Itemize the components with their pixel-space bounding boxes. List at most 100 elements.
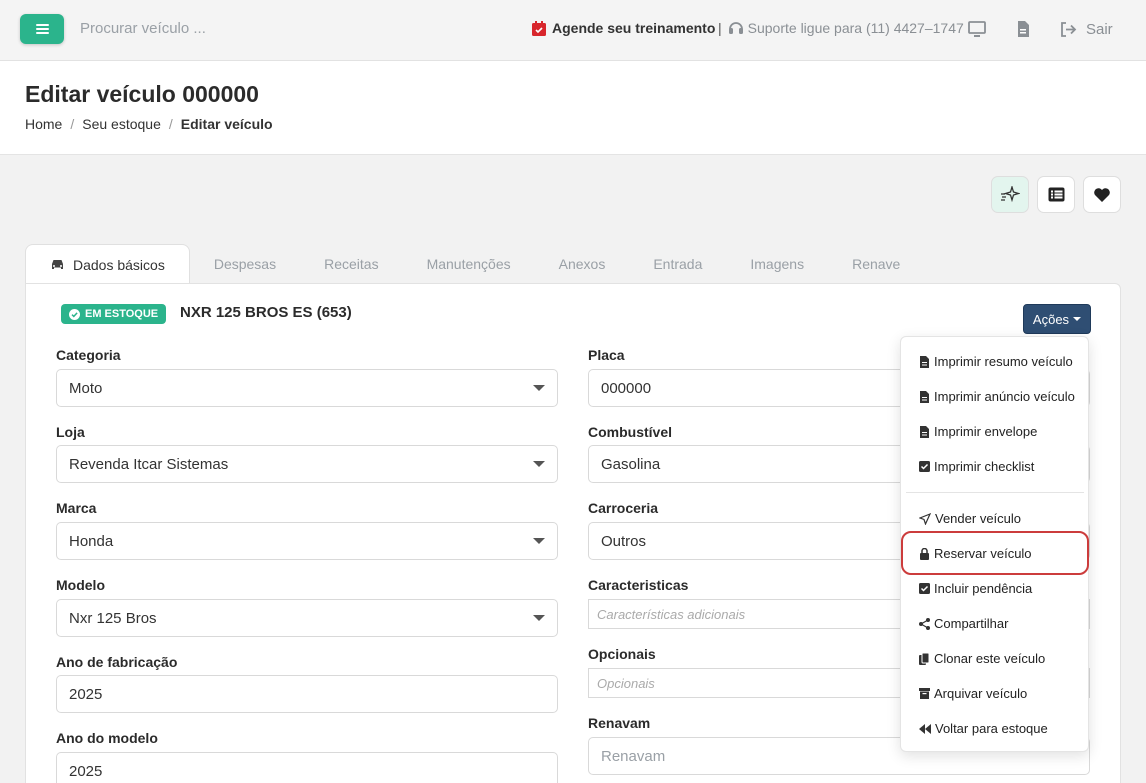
- body-type-label: Carroceria: [588, 500, 659, 516]
- category-label: Categoria: [56, 347, 121, 363]
- separator: |: [718, 20, 722, 36]
- tab-basic-data[interactable]: Dados básicos: [25, 244, 190, 284]
- calendar-icon: [532, 20, 546, 36]
- menu-item-back-to-stock[interactable]: Voltar para estoque: [919, 721, 1048, 736]
- plate-value: 000000: [601, 379, 652, 397]
- tab-entry[interactable]: Entrada: [629, 244, 726, 284]
- fuel-value: Gasolina: [601, 455, 661, 473]
- menu-item-sell-vehicle[interactable]: Vender veículo: [919, 511, 1021, 526]
- manufacture-year-input[interactable]: 2025: [56, 675, 558, 713]
- plate-label: Placa: [588, 347, 625, 363]
- optionals-label: Opcionais: [588, 646, 656, 662]
- actions-button[interactable]: Ações: [1023, 304, 1091, 334]
- list-button[interactable]: [1037, 176, 1075, 213]
- menu-item-label: Compartilhar: [934, 616, 1009, 631]
- menu-item-label: Voltar para estoque: [935, 721, 1048, 736]
- body-type-value: Outros: [601, 532, 647, 550]
- model-year-label: Ano do modelo: [56, 730, 158, 746]
- document-icon[interactable]: [1014, 20, 1032, 38]
- caret-down-icon: [533, 538, 545, 544]
- menu-item-add-pending[interactable]: Incluir pendência: [919, 581, 1032, 596]
- training-link[interactable]: Agende seu treinamento: [532, 20, 715, 36]
- breadcrumb-separator: /: [70, 116, 75, 132]
- category-value: Moto: [69, 379, 103, 397]
- breadcrumb-stock[interactable]: Seu estoque: [82, 116, 161, 132]
- paper-plane-icon: [919, 512, 931, 525]
- menu-item-label: Imprimir checklist: [934, 459, 1035, 474]
- menu-item-print-envelope[interactable]: Imprimir envelope: [919, 424, 1037, 439]
- menu-item-label: Imprimir anúncio veículo: [934, 389, 1075, 404]
- breadcrumb-current: Editar veículo: [180, 116, 273, 132]
- check-square-icon: [919, 461, 930, 472]
- tab-attachments[interactable]: Anexos: [535, 244, 630, 284]
- tab-images[interactable]: Imagens: [726, 244, 828, 284]
- status-badge-label: EM ESTOQUE: [85, 308, 159, 320]
- caret-down-icon: [533, 385, 545, 391]
- actions-label: Ações: [1032, 311, 1070, 327]
- tab-label: Dados básicos: [73, 256, 165, 273]
- file-icon: [920, 390, 929, 403]
- list-icon: [1048, 187, 1064, 202]
- status-badge: EM ESTOQUE: [61, 304, 167, 324]
- vehicle-name: NXR 125 BROS ES (653): [180, 304, 352, 321]
- training-label: Agende seu treinamento: [552, 20, 716, 36]
- car-icon: [52, 259, 63, 269]
- category-select[interactable]: Moto: [56, 369, 558, 407]
- tab-revenues[interactable]: Receitas: [300, 244, 402, 284]
- ai-sparkle-button[interactable]: [991, 176, 1029, 213]
- search-input[interactable]: Procurar veículo ...: [80, 20, 206, 37]
- menu-item-share[interactable]: Compartilhar: [919, 616, 1008, 631]
- fuel-label: Combustível: [588, 424, 673, 440]
- menu-item-label: Arquivar veículo: [934, 686, 1028, 701]
- menu-item-print-ad[interactable]: Imprimir anúncio veículo: [919, 389, 1075, 404]
- page-title: Editar veículo 000000: [25, 81, 259, 107]
- tab-renave[interactable]: Renave: [828, 244, 924, 284]
- file-icon: [920, 425, 929, 438]
- caret-down-icon: [533, 615, 545, 621]
- favorite-button[interactable]: [1083, 176, 1121, 213]
- renavam-placeholder: Renavam: [601, 747, 666, 765]
- renavam-label: Renavam: [588, 715, 651, 731]
- menu-item-label: Vender veículo: [935, 511, 1022, 526]
- menu-item-archive-vehicle[interactable]: Arquivar veículo: [919, 686, 1027, 701]
- logout-button[interactable]: Sair: [1060, 21, 1113, 38]
- caret-down-icon: [533, 461, 545, 467]
- brand-select[interactable]: Honda: [56, 522, 558, 560]
- manufacture-year-value: 2025: [69, 685, 103, 703]
- support-info: | Suporte ligue para (11) 4427–1747: [718, 20, 964, 36]
- file-icon: [920, 355, 929, 368]
- menu-item-print-summary[interactable]: Imprimir resumo veículo: [919, 354, 1073, 369]
- heart-icon: [1094, 187, 1110, 202]
- menu-item-print-checklist[interactable]: Imprimir checklist: [919, 459, 1034, 474]
- tab-maintenance[interactable]: Manutenções: [403, 244, 535, 284]
- support-label: Suporte ligue para (11) 4427–1747: [747, 20, 964, 36]
- archive-icon: [919, 688, 930, 699]
- headset-icon: [728, 22, 743, 34]
- caret-down-icon: [1073, 317, 1082, 321]
- hamburger-icon: [35, 24, 49, 34]
- menu-item-label: Incluir pendência: [934, 581, 1033, 596]
- brand-label: Marca: [56, 500, 97, 516]
- model-select[interactable]: Nxr 125 Bros: [56, 599, 558, 637]
- highlight-outline: [901, 531, 1089, 575]
- check-circle-icon: [69, 308, 80, 320]
- model-year-value: 2025: [69, 762, 103, 780]
- tab-expenses[interactable]: Despesas: [190, 244, 300, 284]
- share-icon: [919, 617, 930, 630]
- breadcrumb-home[interactable]: Home: [25, 116, 62, 132]
- menu-item-clone-vehicle[interactable]: Clonar este veículo: [919, 651, 1045, 666]
- breadcrumb: Home / Seu estoque / Editar veículo: [25, 116, 273, 132]
- tab-bar: Dados básicos Despesas Receitas Manutenç…: [25, 244, 924, 284]
- model-year-input[interactable]: 2025: [56, 752, 558, 783]
- menu-item-label: Clonar este veículo: [934, 651, 1046, 666]
- menu-item-label: Imprimir envelope: [934, 424, 1038, 439]
- sparkle-icon: [1001, 185, 1020, 202]
- store-select[interactable]: Revenda Itcar Sistemas: [56, 445, 558, 483]
- monitor-icon[interactable]: [968, 20, 986, 38]
- menu-toggle-button[interactable]: [20, 14, 64, 44]
- features-placeholder: Características adicionais: [597, 606, 746, 622]
- store-label: Loja: [56, 424, 85, 440]
- copy-icon: [919, 652, 930, 665]
- check-square-icon: [919, 583, 930, 594]
- breadcrumb-separator: /: [168, 116, 173, 132]
